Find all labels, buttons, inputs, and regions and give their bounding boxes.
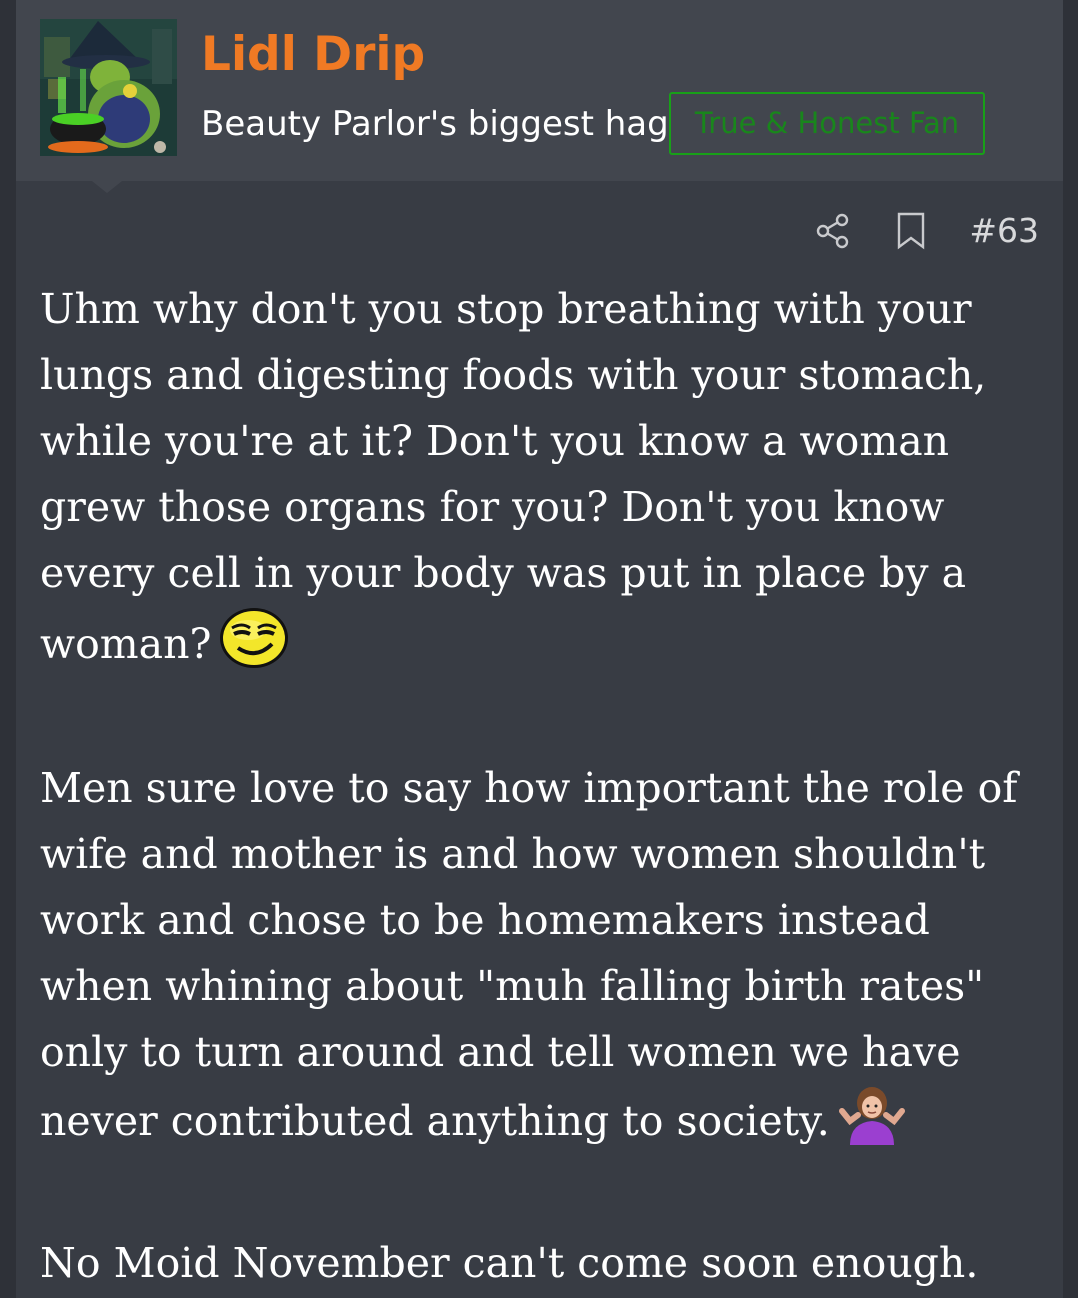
- bookmark-icon[interactable]: [891, 211, 931, 251]
- user-avatar[interactable]: [40, 19, 177, 156]
- paragraph-text: No Moid November can't come soon enough.: [40, 1239, 979, 1287]
- user-header: Lidl Drip Beauty Parlor's biggest hag Tr…: [16, 0, 1063, 181]
- username-link[interactable]: Lidl Drip: [201, 24, 425, 86]
- user-title: Beauty Parlor's biggest hag: [201, 104, 669, 144]
- post-actions: #63: [813, 206, 1039, 256]
- post-body: Uhm why don't you stop breathing with yo…: [40, 276, 1050, 1296]
- smug-smiley-emoji: [218, 606, 290, 689]
- post-number-link[interactable]: #63: [969, 206, 1039, 256]
- forum-post: Lidl Drip Beauty Parlor's biggest hag Tr…: [16, 0, 1063, 1298]
- post-paragraph: No Moid November can't come soon enough.: [40, 1230, 1050, 1296]
- page: Lidl Drip Beauty Parlor's biggest hag Tr…: [0, 0, 1078, 1298]
- user-badge: True & Honest Fan: [669, 92, 985, 155]
- share-icon[interactable]: [813, 211, 853, 251]
- paragraph-text: Uhm why don't you stop breathing with yo…: [40, 285, 987, 668]
- header-pointer: [92, 181, 122, 193]
- woman-shrugging-emoji: [836, 1085, 908, 1164]
- post-paragraph: Uhm why don't you stop breathing with yo…: [40, 276, 1050, 689]
- post-paragraph: Men sure love to say how important the r…: [40, 755, 1050, 1164]
